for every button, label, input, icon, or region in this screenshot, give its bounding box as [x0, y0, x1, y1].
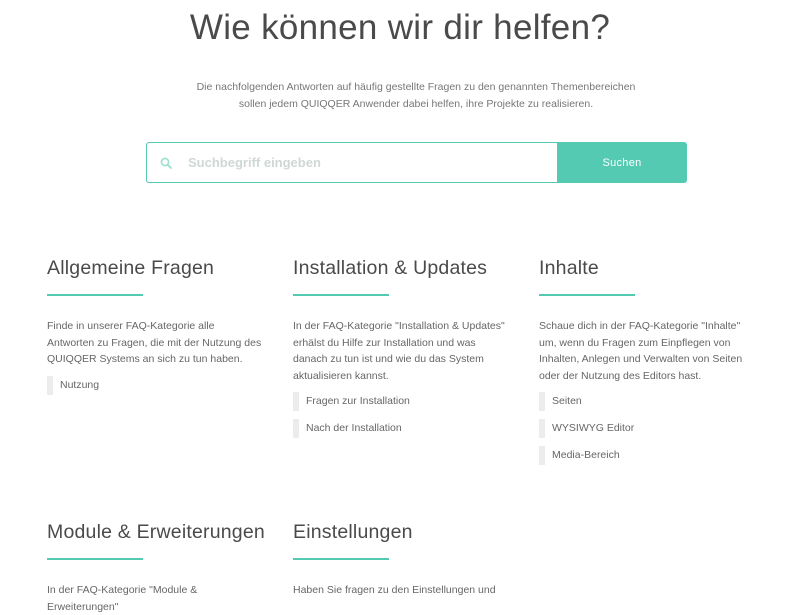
divider [293, 294, 389, 296]
category-allgemeine-fragen: Allgemeine Fragen Finde in unserer FAQ-K… [47, 257, 262, 403]
search-input[interactable] [186, 154, 557, 171]
intro-line: Die nachfolgenden Antworten auf häufig g… [196, 81, 636, 93]
category-description: Haben Sie fragen zu den Einstellungen un… [293, 584, 496, 596]
category-link[interactable]: Fragen zur Installation [293, 392, 508, 411]
category-link[interactable]: Media-Bereich [539, 446, 754, 465]
category-title[interactable]: Allgemeine Fragen [47, 257, 262, 280]
category-title[interactable]: Module & Erweiterungen [47, 521, 265, 544]
search-icon [160, 155, 176, 171]
category-description: Finde in unserer FAQ-Kategorie alle Antw… [47, 320, 262, 365]
category-einstellungen: Einstellungen Haben Sie fragen zu den Ei… [293, 521, 508, 599]
divider [539, 294, 635, 296]
category-link[interactable]: Nach der Installation [293, 419, 508, 438]
category-link[interactable]: WYSIWYG Editor [539, 419, 754, 438]
category-title[interactable]: Installation & Updates [293, 257, 508, 280]
divider [293, 558, 389, 560]
category-links: Fragen zur Installation Nach der Install… [293, 392, 508, 438]
search-field[interactable] [146, 142, 557, 183]
search-bar: Suchen [146, 142, 687, 183]
category-description: In der FAQ-Kategorie "Module & Erweiteru… [47, 584, 198, 613]
divider [47, 558, 143, 560]
page-title: Wie können wir dir helfen? [189, 8, 611, 47]
category-links: Seiten WYSIWYG Editor Media-Bereich [539, 392, 754, 465]
category-description: In der FAQ-Kategorie "Installation & Upd… [293, 320, 505, 382]
intro-line: sollen jedem QUIQQER Anwender dabei helf… [238, 97, 594, 110]
category-description: Schaue dich in der FAQ-Kategorie "Inhalt… [539, 320, 743, 382]
category-title[interactable]: Inhalte [539, 257, 754, 280]
category-links: Nutzung [47, 375, 262, 395]
category-title[interactable]: Einstellungen [293, 521, 508, 544]
category-inhalte: Inhalte Schaue dich in der FAQ-Kategorie… [539, 257, 754, 473]
divider [47, 294, 143, 296]
search-button[interactable]: Suchen [557, 142, 687, 183]
category-installation-updates: Installation & Updates In der FAQ-Katego… [293, 257, 508, 446]
category-module-erweiterungen: Module & Erweiterungen In der FAQ-Katego… [47, 521, 265, 615]
intro-text: Die nachfolgenden Antworten auf häufig g… [150, 79, 682, 112]
category-link[interactable]: Seiten [539, 392, 754, 411]
category-link[interactable]: Nutzung [47, 375, 262, 395]
